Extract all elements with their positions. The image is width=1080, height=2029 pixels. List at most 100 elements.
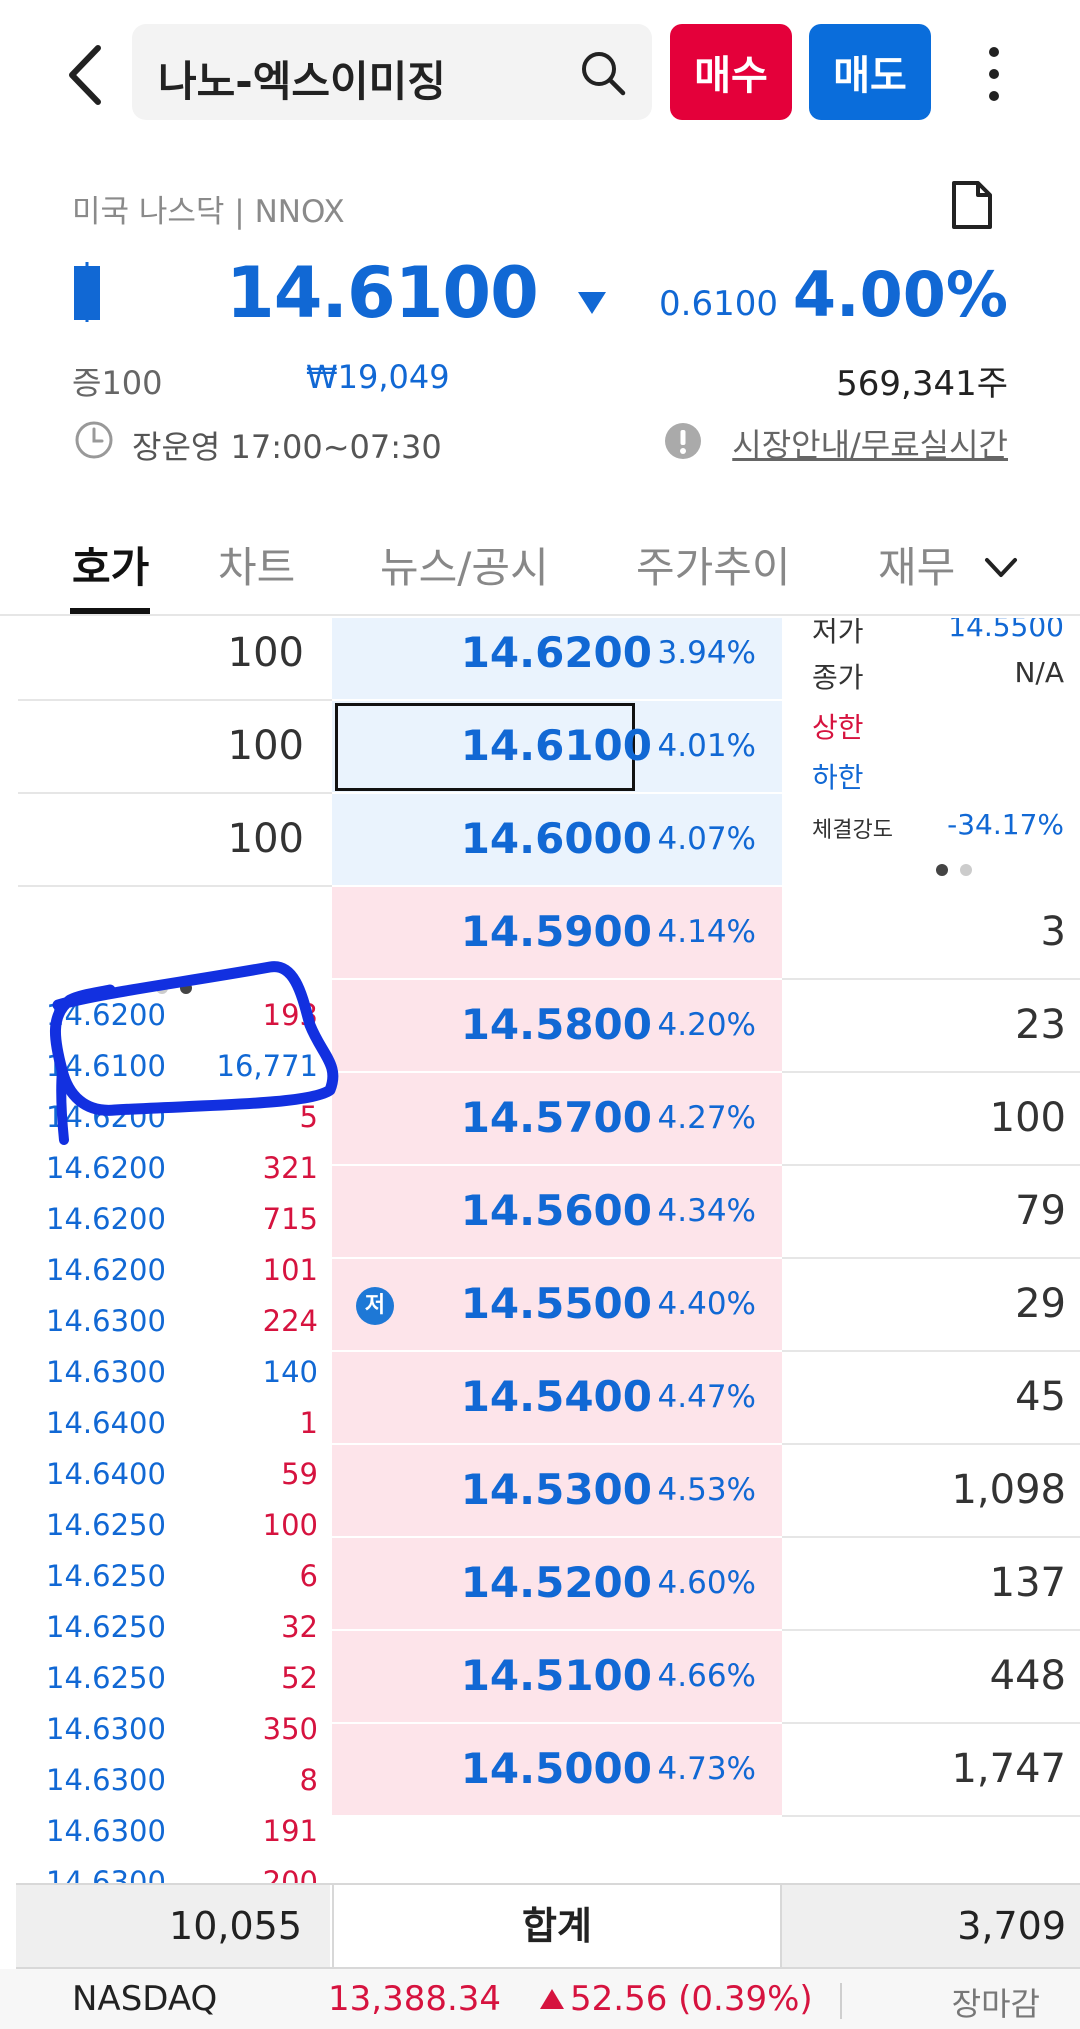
index-ticker[interactable]: NASDAQ 13,388.34 52.56 (0.39%) 장마감 (0, 1969, 1080, 2029)
tab-news[interactable]: 뉴스/공시 (380, 534, 549, 595)
ask-price: 14.6000 (460, 814, 652, 863)
tab-orderbook[interactable]: 호가 (72, 534, 149, 595)
stock-search-field[interactable]: 나노-엑스이미징 (132, 24, 652, 120)
tick-quantity: 6 (299, 1559, 318, 1593)
price-change: 0.6100 (659, 284, 778, 324)
back-arrow-icon[interactable] (60, 40, 110, 110)
tick-quantity: 59 (281, 1457, 318, 1491)
tab-price-trend[interactable]: 주가추이 (636, 534, 791, 595)
bid-percent: 4.20% (657, 1007, 756, 1043)
bid-price-cell[interactable]: 14.5300 4.53% (332, 1445, 782, 1538)
trade-tick: 14.6300 140 (18, 1355, 332, 1406)
tick-quantity: 140 (262, 1355, 318, 1389)
bid-quantity: 79 (782, 1166, 1080, 1259)
sell-button[interactable]: 매도 (809, 24, 931, 120)
trade-tick: 14.6300 8 (18, 1763, 332, 1814)
buy-button[interactable]: 매수 (670, 24, 792, 120)
trade-volume: 569,341주 (836, 364, 1008, 404)
bid-price-cell[interactable]: 저 14.5500 4.40% (332, 1259, 782, 1352)
trade-tick: 14.6100 16,771 (18, 1049, 332, 1100)
low-price-value: 14.5500 (948, 618, 1064, 643)
tick-quantity: 32 (281, 1610, 318, 1644)
summary-label: 합계 (332, 1885, 782, 1967)
bid-quantity: 29 (782, 1259, 1080, 1352)
bid-percent: 4.14% (657, 914, 756, 950)
search-icon[interactable] (580, 50, 626, 96)
tick-quantity: 200 (262, 1865, 318, 1883)
ask-price-cell[interactable]: 14.6200 3.94% (332, 618, 782, 701)
tick-quantity: 8 (299, 1763, 318, 1797)
ask-percent: 4.07% (657, 821, 756, 857)
upper-limit-label: 상한 (812, 711, 864, 744)
tick-quantity: 16,771 (216, 1049, 318, 1083)
exclamation-icon (665, 423, 701, 459)
market-info-link[interactable]: 시장안내/무료실시간 (732, 420, 1008, 466)
bid-quantity: 100 (782, 1073, 1080, 1166)
tick-quantity: 5 (299, 1100, 318, 1134)
current-price: 14.6100 (226, 252, 539, 334)
trade-tick: 14.6200 101 (18, 1253, 332, 1304)
up-triangle-icon (540, 1989, 564, 2009)
trade-tick: 14.6200 321 (18, 1151, 332, 1202)
bid-percent: 4.60% (657, 1565, 756, 1601)
tick-price: 14.6250 (46, 1508, 166, 1542)
page-indicator[interactable] (934, 862, 974, 878)
bid-price-cell[interactable]: 14.5800 4.20% (332, 980, 782, 1073)
tick-price: 14.6200 (46, 1151, 166, 1185)
trade-tick: 14.6250 6 (18, 1559, 332, 1610)
tick-price: 14.6300 (46, 1814, 166, 1848)
tick-price: 14.6250 (46, 1661, 166, 1695)
bid-price-cell[interactable]: 14.5400 4.47% (332, 1352, 782, 1445)
trade-tick: 14.6300 224 (18, 1304, 332, 1355)
tick-quantity: 350 (262, 1712, 318, 1746)
order-book-summary: 10,055 합계 3,709 (16, 1883, 1080, 1969)
candle-icon (74, 262, 100, 322)
tab-chart[interactable]: 차트 (218, 534, 295, 595)
more-vertical-icon[interactable] (978, 44, 1010, 104)
bid-price-cell[interactable]: 14.5200 4.60% (332, 1538, 782, 1631)
ask-percent: 3.94% (657, 635, 756, 671)
divider (840, 1983, 842, 2019)
tab-financials[interactable]: 재무 (878, 534, 955, 595)
bid-price: 14.5400 (460, 1372, 652, 1421)
tab-bar: 호가 차트 뉴스/공시 주가추이 재무 (0, 520, 1080, 616)
bid-quantity: 23 (782, 980, 1080, 1073)
tick-quantity: 321 (262, 1151, 318, 1185)
bid-price: 14.5900 (460, 907, 652, 956)
bid-price: 14.5200 (460, 1558, 652, 1607)
tick-price: 14.6300 (46, 1712, 166, 1746)
trade-tick: 14.6400 1 (18, 1406, 332, 1457)
index-value: 13,388.34 (328, 1979, 502, 2019)
trade-tick: 14.6200 715 (18, 1202, 332, 1253)
trade-tick: 14.6400 59 (18, 1457, 332, 1508)
tick-quantity: 224 (262, 1304, 318, 1338)
ask-price: 14.6200 (460, 628, 652, 677)
low-price-label: 저가 (812, 618, 864, 648)
tick-price: 14.6250 (46, 1610, 166, 1644)
chevron-down-icon[interactable] (984, 556, 1018, 580)
lower-limit-label: 하한 (812, 761, 864, 794)
ask-price-cell[interactable]: 14.6100 4.01% (332, 701, 782, 794)
bid-quantity: 1,098 (782, 1445, 1080, 1538)
bid-price-cell[interactable]: 14.5900 4.14% (332, 887, 782, 980)
trade-ticks-list[interactable]: 14.6200 193 14.6100 16,771 14.6200 5 14.620… (18, 978, 332, 1883)
down-triangle-icon (578, 292, 606, 314)
market-status: 장마감 (951, 1985, 1040, 2023)
tick-quantity: 52 (281, 1661, 318, 1695)
bid-price: 14.5800 (460, 1000, 652, 1049)
bid-price-cell[interactable]: 14.5000 4.73% (332, 1724, 782, 1817)
document-icon[interactable] (948, 180, 996, 230)
tick-price: 14.6300 (46, 1304, 166, 1338)
bid-price-cell[interactable]: 14.5600 4.34% (332, 1166, 782, 1259)
bid-price: 14.5100 (460, 1651, 652, 1700)
ask-price: 14.6100 (460, 721, 652, 770)
bid-percent: 4.27% (657, 1100, 756, 1136)
bid-price-cell[interactable]: 14.5700 4.27% (332, 1073, 782, 1166)
top-bar: 나노-엑스이미징 매수 매도 (0, 0, 1080, 150)
ask-price-cell[interactable]: 14.6000 4.07% (332, 794, 782, 887)
bid-price-cell[interactable]: 14.5100 4.66% (332, 1631, 782, 1724)
margin-rate: 증100 (72, 364, 163, 402)
tick-price: 14.6250 (46, 1559, 166, 1593)
bid-price: 14.5500 (460, 1279, 652, 1328)
bid-row[interactable]: 14.5900 4.14% 3 (0, 887, 1080, 980)
